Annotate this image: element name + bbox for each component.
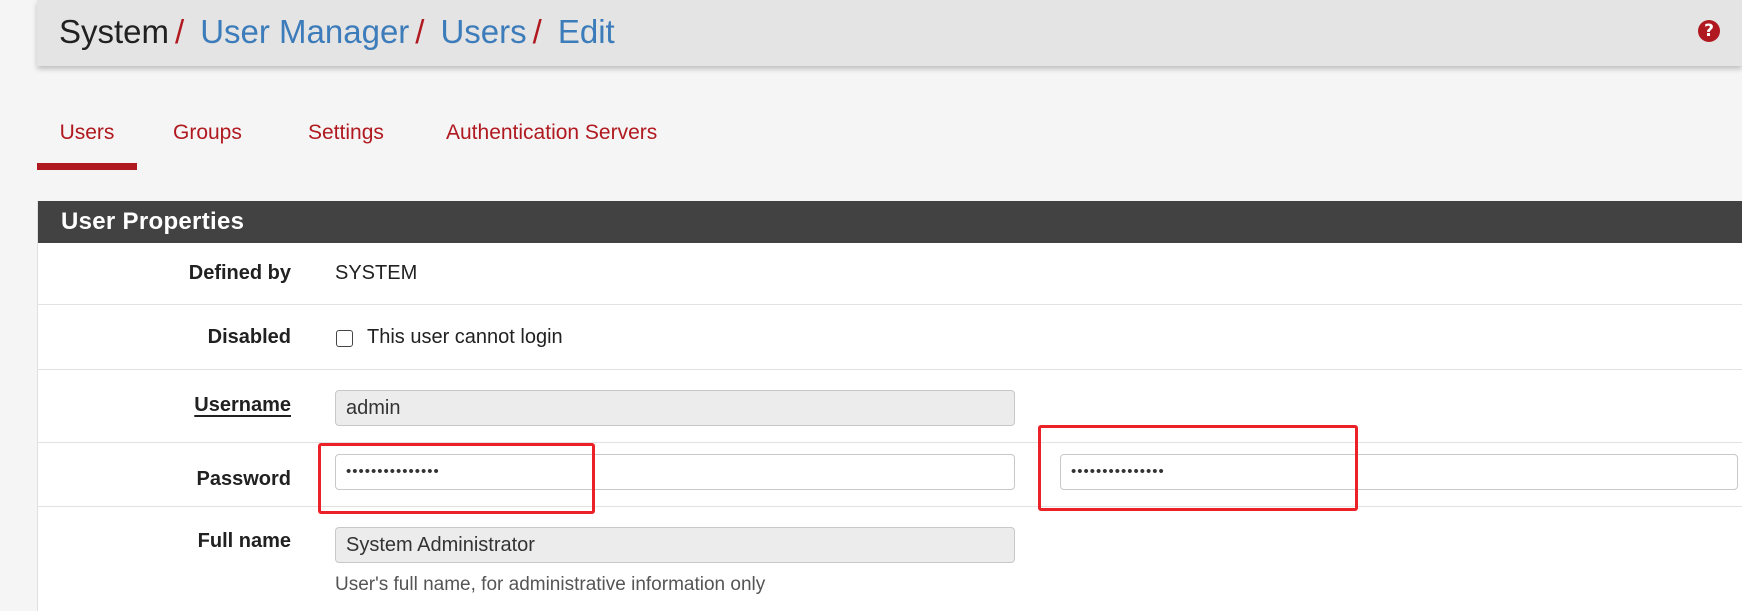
full-name-input[interactable]: System Administrator [335,527,1015,563]
breadcrumb-user-manager[interactable]: User Manager [200,13,409,50]
user-properties-panel: User Properties Defined by SYSTEM Disabl… [37,201,1742,611]
full-name-label: Full name [197,530,291,552]
breadcrumb-separator: / [532,13,542,50]
row-password: Password ••••••••••••••• ••••••••••••••• [38,443,1742,507]
disabled-checkbox[interactable] [336,330,353,347]
password-highlight-box [318,443,595,514]
row-disabled: Disabled This user cannot login [38,305,1742,370]
page-header: System / User Manager / Users / Edit ? [37,0,1742,66]
defined-by-label: Defined by [188,262,291,284]
breadcrumb-edit[interactable]: Edit [558,13,615,50]
breadcrumb-users[interactable]: Users [440,13,526,50]
tab-groups[interactable]: Groups [173,112,242,170]
breadcrumb-separator: / [175,13,185,50]
tab-settings[interactable]: Settings [308,112,384,170]
breadcrumb-system: System [59,13,170,50]
row-username: Username admin [38,370,1742,443]
breadcrumb-separator: / [415,13,425,50]
username-input[interactable]: admin [335,390,1015,426]
full-name-help: User's full name, for administrative inf… [335,574,766,595]
disabled-label: Disabled [207,326,291,348]
disabled-checkbox-label[interactable]: This user cannot login [367,326,563,349]
help-icon[interactable]: ? [1698,20,1720,42]
row-defined-by: Defined by SYSTEM [38,243,1742,305]
defined-by-value: SYSTEM [335,262,418,284]
password-confirm-highlight-box [1038,425,1358,511]
panel-title: User Properties [38,201,1742,243]
username-label: Username [194,394,291,416]
row-full-name: Full name System Administrator User's fu… [38,507,1742,611]
password-label: Password [196,468,291,490]
breadcrumb: System / User Manager / Users / Edit [59,12,615,52]
tab-authentication-servers[interactable]: Authentication Servers [446,112,657,170]
tab-users[interactable]: Users [37,112,137,170]
